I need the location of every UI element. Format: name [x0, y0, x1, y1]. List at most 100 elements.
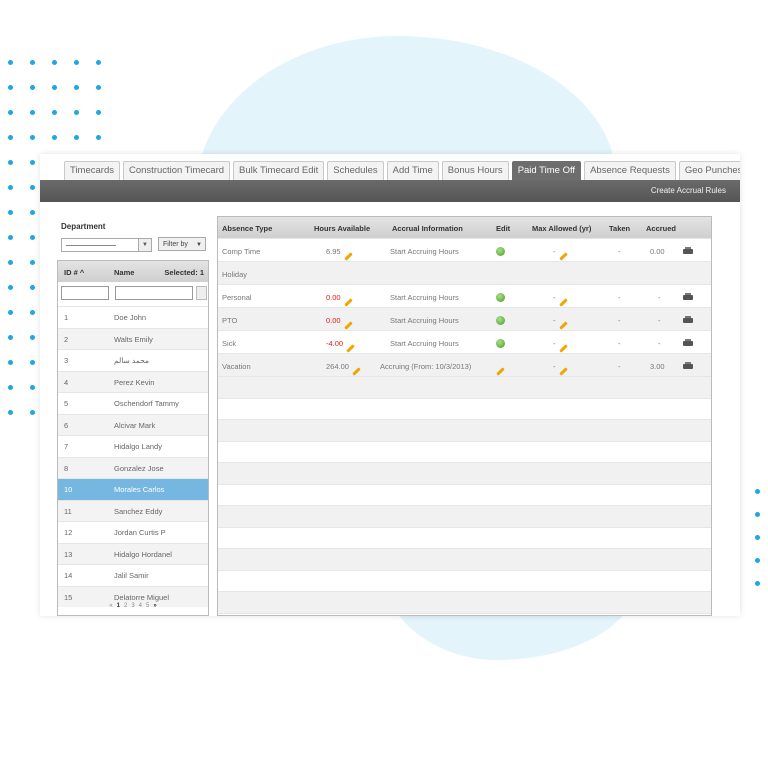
- page-link[interactable]: 1: [117, 603, 120, 609]
- dot: [96, 110, 101, 115]
- pencil-icon[interactable]: [558, 252, 568, 261]
- pencil-icon[interactable]: [558, 298, 568, 307]
- dot: [30, 135, 35, 140]
- id-column-header[interactable]: ID # ^: [64, 268, 84, 277]
- employee-name: Walts Emily: [114, 334, 153, 344]
- id-filter-input[interactable]: [61, 286, 109, 300]
- max-value: -: [553, 293, 556, 302]
- pencil-icon[interactable]: [343, 321, 353, 330]
- tab-bonus-hours[interactable]: Bonus Hours: [441, 161, 509, 180]
- employee-name: Jalil Samir: [114, 571, 149, 580]
- printer-icon[interactable]: [683, 293, 693, 301]
- dot: [52, 85, 57, 90]
- pager-prev-icon[interactable]: «: [109, 603, 112, 609]
- green-button-icon[interactable]: [496, 316, 505, 325]
- dot: [8, 285, 13, 290]
- absence-type: Sick: [222, 339, 237, 348]
- accrual-info: Start Accruing Hours: [390, 293, 459, 302]
- dot: [8, 135, 13, 140]
- printer-icon[interactable]: [683, 247, 693, 255]
- table-row[interactable]: 8 Gonzalez Jose: [58, 456, 208, 478]
- pencil-icon[interactable]: [558, 321, 568, 330]
- pencil-icon[interactable]: [343, 298, 353, 307]
- tab-schedules[interactable]: Schedules: [327, 161, 384, 180]
- dot: [30, 110, 35, 115]
- printer-body: [683, 295, 693, 300]
- chevron-down-icon: ▼: [138, 239, 151, 251]
- employee-id: 1: [64, 313, 69, 322]
- sort-indicator-icon: ^: [79, 268, 85, 277]
- chevron-down-icon: ▼: [196, 242, 202, 248]
- dot: [8, 160, 13, 165]
- pencil-icon[interactable]: [558, 344, 568, 353]
- table-row[interactable]: 6 Alcivar Mark: [58, 413, 208, 435]
- empty-row: [218, 569, 711, 592]
- printer-body: [683, 249, 693, 254]
- empty-row: [218, 548, 711, 570]
- tab-bulk-timecard-edit[interactable]: Bulk Timecard Edit: [233, 161, 325, 180]
- employee-name: Morales Carlos: [114, 485, 165, 494]
- table-row[interactable]: 2 Walts Emily: [58, 327, 208, 349]
- tab-add-time[interactable]: Add Time: [386, 161, 439, 180]
- page-link[interactable]: 2: [124, 603, 127, 609]
- page-link[interactable]: 5: [146, 603, 149, 609]
- table-row[interactable]: 7 Hidalgo Landy: [58, 435, 208, 457]
- dot: [30, 285, 35, 290]
- max-allowed: -: [553, 362, 568, 376]
- table-row[interactable]: 11 Sanchez Eddy: [58, 499, 208, 521]
- dot: [8, 310, 13, 315]
- tab-paid-time-off[interactable]: Paid Time Off: [511, 161, 582, 180]
- tab-timecards[interactable]: Timecards: [64, 161, 120, 180]
- accrued-value: -: [658, 293, 661, 302]
- dot: [30, 335, 35, 340]
- green-button-icon[interactable]: [496, 247, 505, 256]
- employee-panel: Department ▼ Filter by ▼ ID # ^ Name Sel…: [57, 216, 209, 616]
- printer-icon[interactable]: [683, 339, 693, 347]
- hours-value: 0.00: [326, 316, 341, 325]
- pencil-icon[interactable]: [352, 367, 361, 376]
- green-button-icon[interactable]: [496, 339, 505, 348]
- dot: [96, 135, 101, 140]
- table-row[interactable]: 3 محمد سالم: [58, 349, 208, 371]
- create-accrual-rules-link[interactable]: Create Accrual Rules: [651, 186, 726, 195]
- taken-value: -: [618, 339, 621, 348]
- table-row[interactable]: 10 Morales Carlos: [58, 478, 208, 500]
- table-row[interactable]: 14 Jalil Samir: [58, 564, 208, 586]
- empty-row: [218, 419, 711, 441]
- dot: [30, 210, 35, 215]
- dot: [30, 235, 35, 240]
- dot: [755, 489, 760, 494]
- empty-row: [218, 505, 711, 527]
- filter-clear-button[interactable]: [196, 286, 207, 300]
- name-column-header[interactable]: Name: [114, 268, 134, 277]
- printer-icon[interactable]: [683, 362, 693, 370]
- employee-id: 15: [64, 592, 73, 602]
- pencil-icon[interactable]: [346, 344, 355, 353]
- tab-geo-punches[interactable]: Geo Punches: [678, 161, 740, 180]
- dot: [74, 135, 79, 140]
- pager-next-icon[interactable]: »: [153, 603, 156, 609]
- department-select[interactable]: ▼: [61, 238, 152, 252]
- table-row[interactable]: 12 Jordan Curtis P: [58, 521, 208, 543]
- pagination: « 1 2 3 4 5 »: [58, 603, 208, 609]
- green-button-icon[interactable]: [496, 293, 505, 302]
- pencil-icon[interactable]: [558, 367, 568, 376]
- table-row[interactable]: 1 Doe John: [58, 306, 208, 328]
- absence-row: Sick -4.00 Start Accruing Hours - - -: [218, 330, 711, 353]
- table-row[interactable]: 5 Oschendorf Tammy: [58, 392, 208, 414]
- filter-by-button[interactable]: Filter by ▼: [158, 237, 206, 251]
- page-link[interactable]: 3: [131, 603, 134, 609]
- page-link[interactable]: 4: [139, 603, 142, 609]
- tab-construction-timecard[interactable]: Construction Timecard: [123, 161, 231, 180]
- printer-icon[interactable]: [683, 316, 693, 324]
- employee-name: Sanchez Eddy: [114, 506, 163, 516]
- pencil-shape: [496, 367, 505, 376]
- name-filter-input[interactable]: [115, 286, 193, 300]
- table-row[interactable]: 13 Hidalgo Hordanel: [58, 542, 208, 564]
- hours-available: 264.00: [326, 362, 361, 376]
- edit-header: Edit: [496, 224, 511, 233]
- pencil-icon[interactable]: [343, 252, 353, 261]
- table-row[interactable]: 4 Perez Kevin: [58, 370, 208, 392]
- empty-row: [218, 526, 711, 549]
- tab-absence-requests[interactable]: Absence Requests: [584, 161, 676, 180]
